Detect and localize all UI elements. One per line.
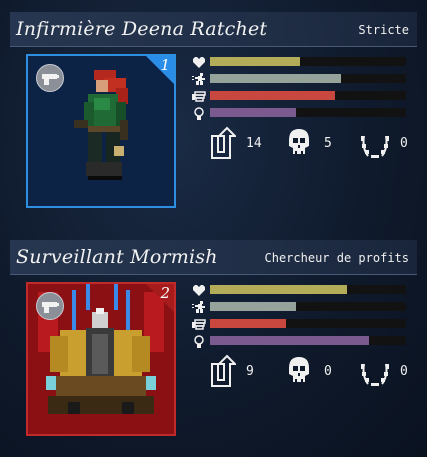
resolve-bar-fill xyxy=(210,108,297,117)
stat-speed xyxy=(192,71,407,88)
laurel-icon xyxy=(361,363,389,386)
gun-icon xyxy=(36,64,64,92)
speed-bar-fill xyxy=(210,302,297,311)
health-bar-fill xyxy=(210,285,348,294)
character-title-bar: Surveillant Mormish Chercheur de profits xyxy=(10,240,417,275)
character-title-bar: Infirmière Deena Ratchet Stricte xyxy=(10,12,417,47)
counters-panel: 14 5 0 xyxy=(192,126,412,166)
stat-speed xyxy=(192,299,407,316)
fist-icon xyxy=(192,319,206,330)
stat-resolve xyxy=(192,333,407,350)
resolve-bar-track xyxy=(210,108,406,117)
character-trait: Stricte xyxy=(358,23,409,37)
heart-icon xyxy=(193,285,205,296)
attack-bar-fill xyxy=(210,91,336,100)
speed-bar-track xyxy=(210,74,406,83)
character-portrait[interactable]: 1 xyxy=(26,54,176,208)
laurels-value: 0 xyxy=(400,364,408,379)
stat-health xyxy=(192,54,407,71)
running-icon xyxy=(192,73,205,85)
slot-number: 1 xyxy=(160,56,170,74)
attack-bar-track xyxy=(210,319,406,328)
skull-icon xyxy=(289,129,309,154)
stat-health xyxy=(192,282,407,299)
character-card[interactable]: Surveillant Mormish Chercheur de profits xyxy=(10,240,417,436)
promotion-arrow-icon xyxy=(211,354,236,387)
laurel-icon xyxy=(361,135,389,158)
slot-number: 2 xyxy=(160,284,170,302)
gun-icon xyxy=(36,292,64,320)
character-name: Surveillant Mormish xyxy=(16,246,218,268)
stats-panel xyxy=(192,282,407,350)
character-trait: Chercheur de profits xyxy=(264,251,410,265)
health-bar-track xyxy=(210,57,406,66)
running-icon xyxy=(192,301,205,313)
health-bar-fill xyxy=(210,57,301,66)
attack-bar-track xyxy=(210,91,406,100)
character-name: Infirmière Deena Ratchet xyxy=(16,18,268,40)
promotion-arrow-icon xyxy=(211,126,236,159)
character-portrait[interactable]: 2 xyxy=(26,282,176,436)
attack-bar-fill xyxy=(210,319,287,328)
promotions-value: 14 xyxy=(246,136,262,151)
resolve-bar-track xyxy=(210,336,406,345)
promotions-value: 9 xyxy=(246,364,254,379)
stats-panel xyxy=(192,54,407,122)
character-card[interactable]: Infirmière Deena Ratchet Stricte 1 14 5 … xyxy=(10,12,417,208)
skull-icon xyxy=(289,357,309,382)
resolve-icon xyxy=(194,107,204,120)
stat-resolve xyxy=(192,105,407,122)
kills-value: 0 xyxy=(324,364,332,379)
stat-attack xyxy=(192,88,407,105)
heart-icon xyxy=(193,57,205,68)
kills-value: 5 xyxy=(324,136,332,151)
laurels-value: 0 xyxy=(400,136,408,151)
resolve-icon xyxy=(194,335,204,348)
counters-panel: 9 0 0 xyxy=(192,354,412,394)
resolve-bar-fill xyxy=(210,336,369,345)
health-bar-track xyxy=(210,285,406,294)
fist-icon xyxy=(192,91,206,102)
speed-bar-fill xyxy=(210,74,342,83)
speed-bar-track xyxy=(210,302,406,311)
stat-attack xyxy=(192,316,407,333)
